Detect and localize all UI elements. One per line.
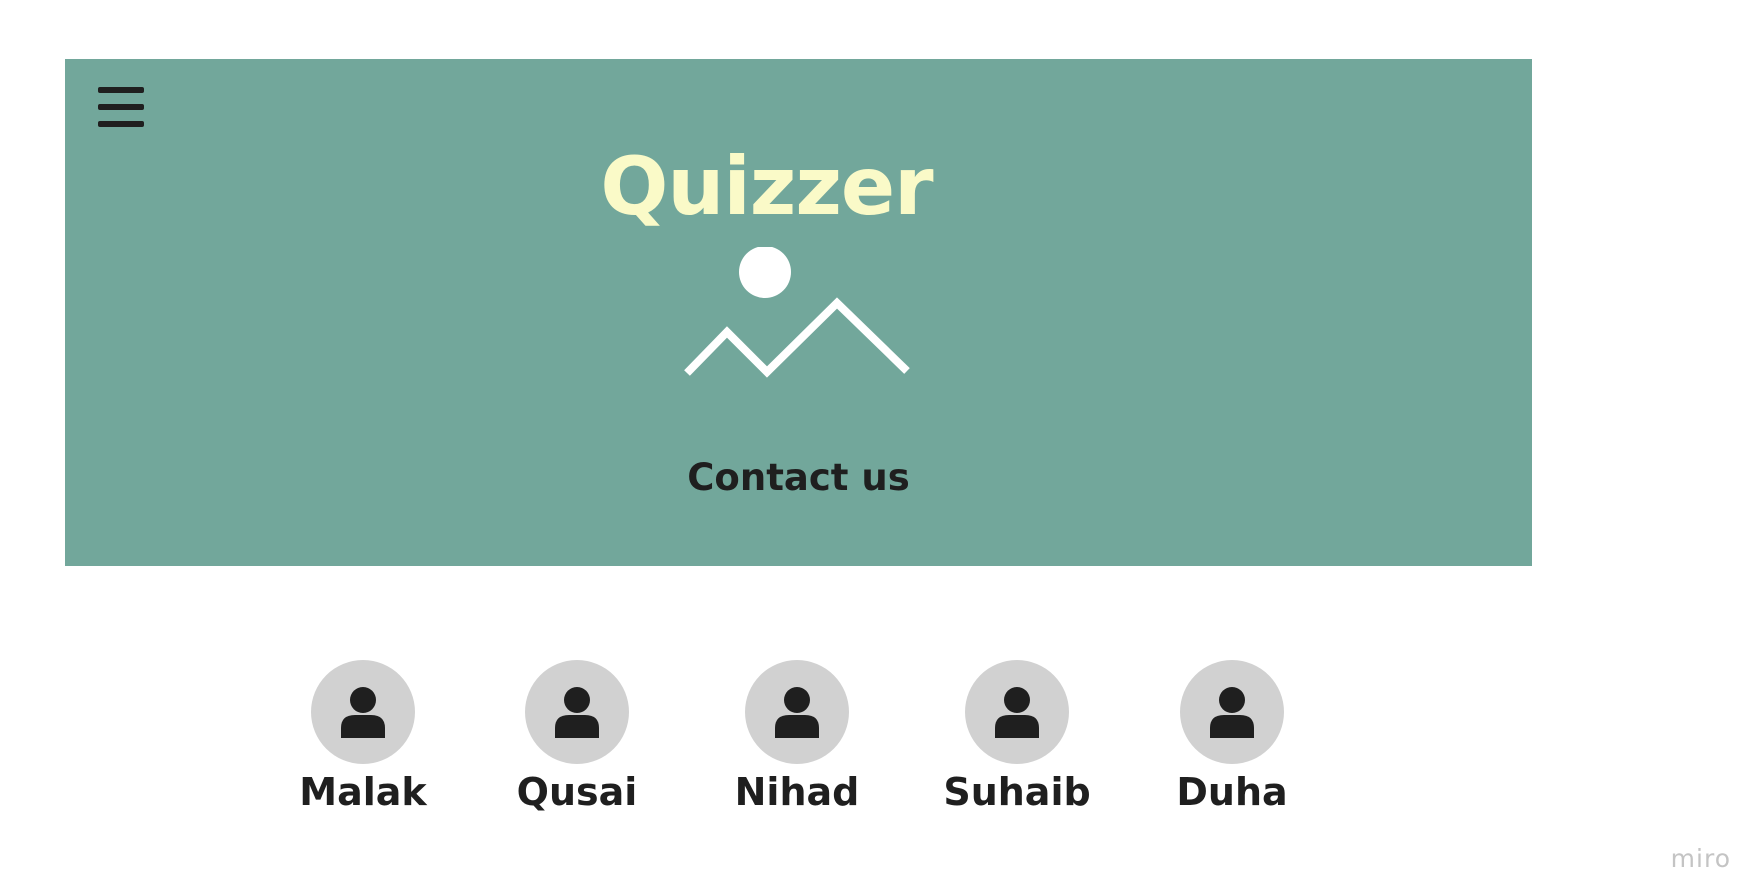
member-name: Suhaib <box>943 770 1091 814</box>
member-card[interactable]: Qusai <box>487 660 667 814</box>
team-members: Malak Qusai Nihad Suhaib Duha <box>0 660 1745 820</box>
user-icon <box>775 687 819 738</box>
member-card[interactable]: Suhaib <box>927 660 1107 814</box>
contact-us-link[interactable]: Contact us <box>65 459 1532 496</box>
page-title: Quizzer <box>600 140 933 233</box>
member-card[interactable]: Duha <box>1142 660 1322 814</box>
avatar <box>1180 660 1284 764</box>
hero-banner: Quizzer Contact us <box>65 59 1532 566</box>
member-name: Malak <box>299 770 427 814</box>
member-card[interactable]: Nihad <box>707 660 887 814</box>
member-name: Nihad <box>734 770 860 814</box>
member-name: Duha <box>1176 770 1288 814</box>
avatar <box>745 660 849 764</box>
member-name: Qusai <box>516 770 638 814</box>
user-icon <box>995 687 1039 738</box>
page: Quizzer Contact us Malak Qusai Nihad Suh… <box>0 0 1745 895</box>
member-card[interactable]: Malak <box>273 660 453 814</box>
hamburger-menu-icon[interactable] <box>98 85 146 129</box>
image-placeholder-icon <box>681 246 921 379</box>
avatar <box>965 660 1069 764</box>
miro-watermark: miro <box>1670 844 1731 873</box>
avatar <box>311 660 415 764</box>
user-icon <box>555 687 599 738</box>
avatar <box>525 660 629 764</box>
user-icon <box>341 687 385 738</box>
user-icon <box>1210 687 1254 738</box>
